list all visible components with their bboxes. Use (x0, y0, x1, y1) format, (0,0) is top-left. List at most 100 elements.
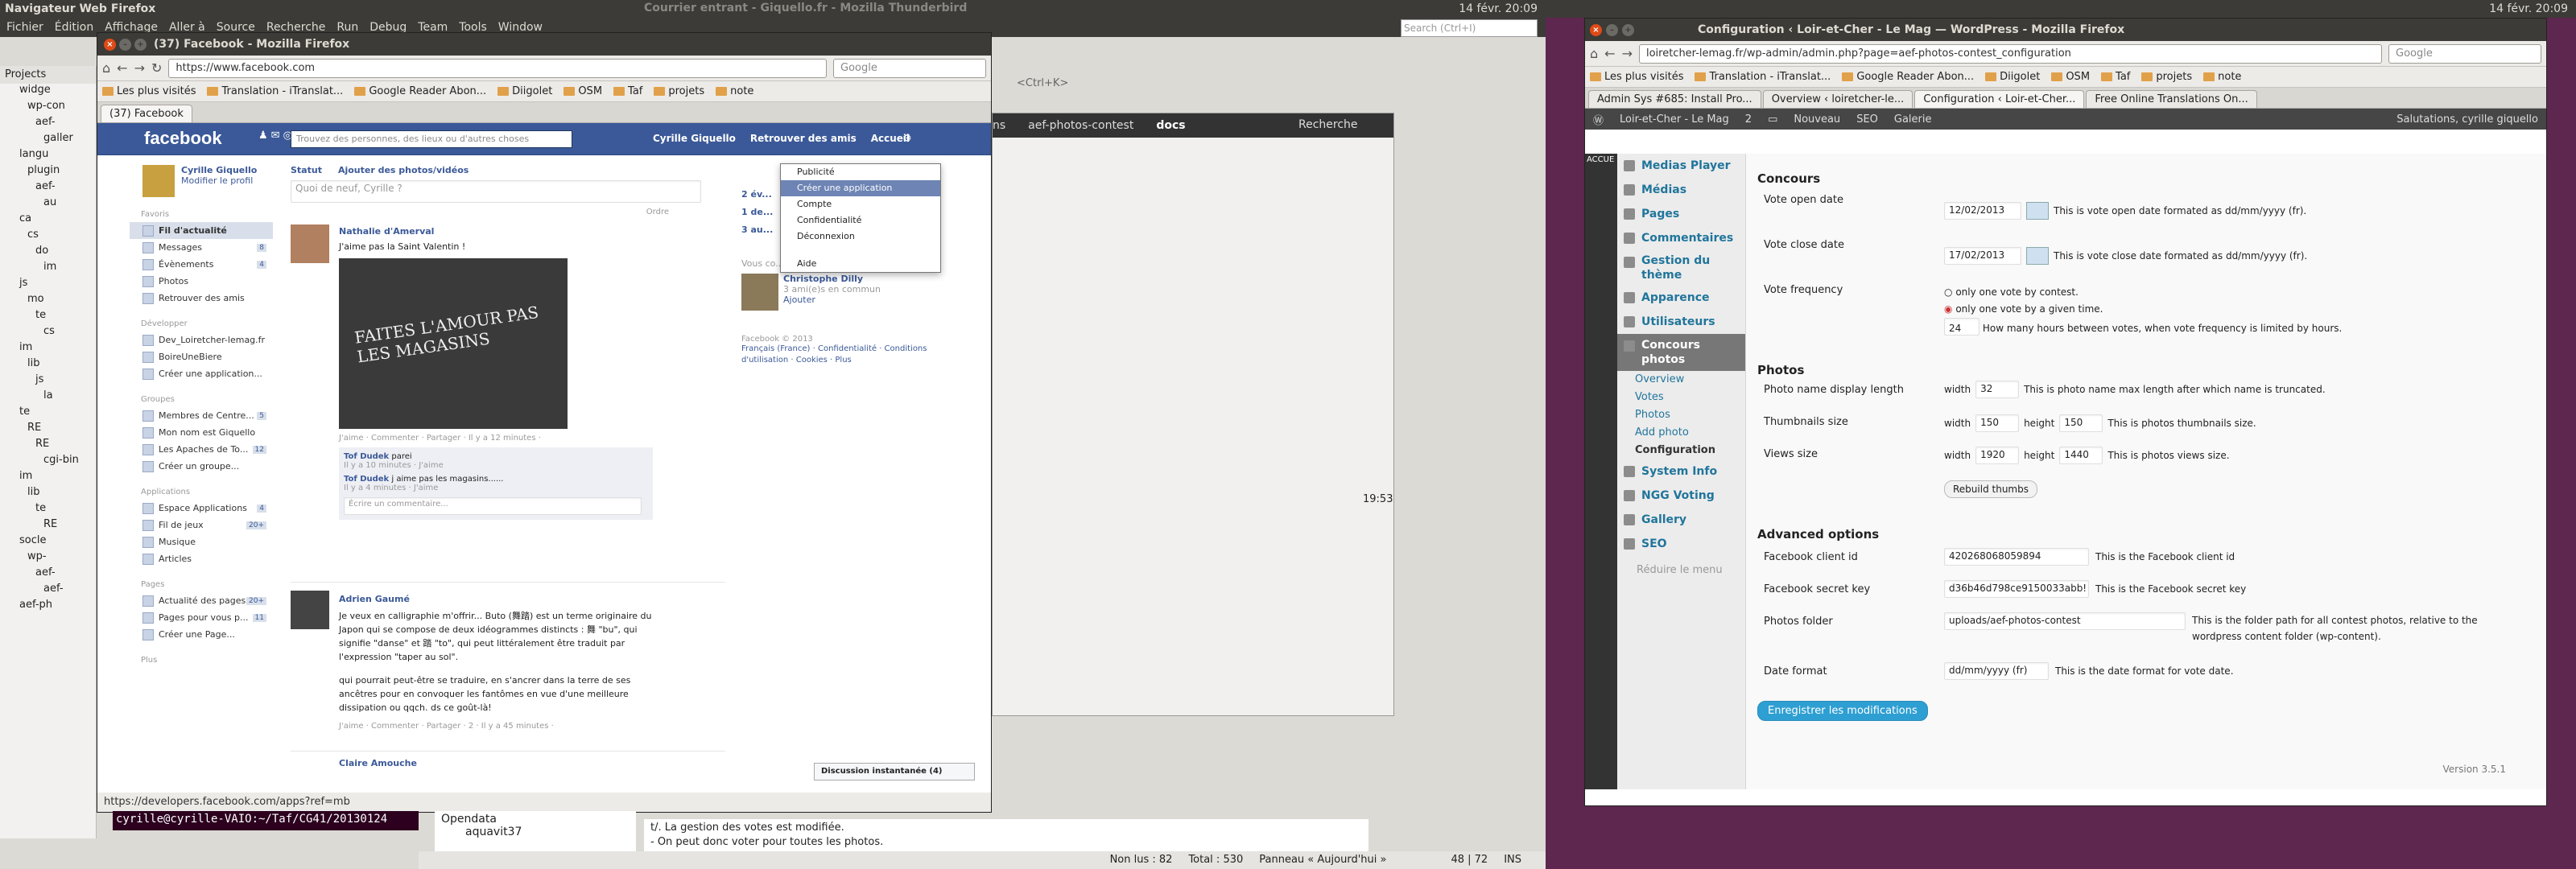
bookmark-item[interactable]: Diigolet (497, 85, 552, 97)
seo-link[interactable]: SEO (1856, 113, 1878, 126)
folder-item[interactable]: Opendata (441, 813, 630, 826)
rebuild-thumbs-button[interactable]: Rebuild thumbs (1944, 480, 2037, 498)
ide-search[interactable]: Search (Ctrl+I) (1401, 19, 1538, 37)
post-author[interactable]: Adrien Gaumé (339, 592, 669, 606)
tree-item[interactable]: RE (0, 422, 96, 438)
back-icon[interactable]: ← (1604, 46, 1615, 61)
tree-item[interactable]: cs (0, 229, 96, 245)
radio-time[interactable]: ◉ (1944, 303, 1952, 315)
tree-item[interactable]: do (0, 245, 96, 261)
bookmark-item[interactable]: Diigolet (1985, 71, 2040, 83)
tree-item[interactable]: im (0, 261, 96, 277)
tb-search[interactable]: Recherche (1298, 118, 1358, 131)
post-actions[interactable]: J'aime · Commenter · Partager · 2 · Il y… (339, 719, 669, 733)
today-pane[interactable]: Panneau « Aujourd'hui » (1259, 851, 1386, 869)
nav-item[interactable]: Dev_Loiretcher-lemag.fr (130, 332, 273, 348)
menu-item[interactable]: Fichier (6, 18, 43, 37)
post-avatar[interactable] (291, 224, 329, 263)
profile-name[interactable]: Cyrille Giquello (181, 165, 257, 175)
nav-item[interactable]: BoireUneBiere (130, 348, 273, 365)
tb-tab[interactable]: ns (993, 119, 1005, 132)
wp-menu-item[interactable]: Medias Player (1617, 154, 1745, 178)
browser-tab[interactable]: Free Online Translations On... (2086, 90, 2257, 108)
comment-meta[interactable]: Il y a 4 minutes · J'aime (344, 484, 648, 492)
home-icon[interactable]: ⌂ (102, 60, 110, 76)
projects-tab[interactable]: Projects (0, 66, 96, 84)
maximize-icon[interactable]: + (134, 39, 147, 51)
nav-item[interactable]: Pages pour vous p... 11 (130, 609, 273, 626)
save-button[interactable]: Enregistrer les modifications (1757, 701, 1928, 721)
freq-hours-input[interactable]: 24 (1944, 318, 1979, 336)
tree-item[interactable]: aef- (0, 583, 96, 599)
tree-item[interactable]: js (0, 277, 96, 293)
nav-item[interactable]: Évènements 4 (130, 256, 273, 273)
folder-input[interactable]: uploads/aef-photos-contest (1944, 612, 2186, 630)
suggestion-name[interactable]: Christophe Dilly (783, 274, 881, 284)
tree-item[interactable]: au (0, 196, 96, 212)
bookmark-item[interactable]: OSM (2051, 71, 2090, 83)
tree-item[interactable]: im (0, 470, 96, 486)
nav-item[interactable]: Fil de jeux 20+ (130, 517, 273, 533)
post-photo[interactable]: FAITES L'AMOUR PAS LES MAGASINS (339, 258, 568, 429)
browser-tab[interactable]: Overview ‹ loiretcher-le... (1762, 90, 1913, 108)
facebook-logo[interactable]: facebook (144, 128, 222, 149)
collapse-menu[interactable]: Réduire le menu (1617, 556, 1745, 576)
wp-menu-item[interactable]: SEO (1617, 532, 1745, 556)
views-height-input[interactable]: 1440 (2059, 447, 2103, 464)
wp-submenu-item[interactable]: Votes (1617, 389, 1745, 406)
tree-item[interactable]: lib (0, 486, 96, 502)
date-format-select[interactable]: dd/mm/yyyy (fr) (1944, 662, 2049, 680)
menu-item[interactable]: Édition (55, 18, 93, 37)
browser-tab[interactable]: Configuration ‹ Loir-et-Cher... (1914, 90, 2085, 108)
bookmark-item[interactable]: Translation - iTranslat... (207, 85, 343, 97)
bookmark-item[interactable]: Taf (613, 85, 642, 97)
wp-submenu-item[interactable]: Add photo (1617, 424, 1745, 442)
dropdown-item[interactable]: Créer une application (781, 180, 940, 196)
nav-item[interactable]: Les Apaches de To... 12 (130, 441, 273, 458)
tree-item[interactable]: RE (0, 438, 96, 454)
bookmark-item[interactable]: Translation - iTranslat... (1695, 71, 1831, 83)
comment-author[interactable]: Tof Dudek (344, 475, 389, 484)
avatar[interactable] (142, 165, 175, 197)
gear-icon[interactable]: ⚙ (902, 133, 912, 145)
add-friend-link[interactable]: Ajouter (783, 294, 881, 305)
comment-input[interactable]: Écrire un commentaire... (344, 497, 642, 515)
bookmark-item[interactable]: projets (2141, 71, 2192, 83)
wp-menu-item[interactable]: Apparence (1617, 286, 1745, 310)
tb-tab[interactable]: docs (1156, 119, 1185, 132)
bookmark-item[interactable]: Taf (2101, 71, 2130, 83)
tree-item[interactable]: la (0, 389, 96, 406)
maximize-icon[interactable]: + (1622, 24, 1634, 36)
wp-submenu-item[interactable]: Configuration (1617, 442, 1745, 459)
fb-toplink[interactable]: Retrouver des amis (750, 133, 857, 144)
tree-item[interactable]: wp- (0, 550, 96, 566)
wp-menu-item[interactable]: Commentaires (1617, 226, 1745, 250)
nav-item[interactable]: Fil d'actualité (130, 222, 273, 239)
tree-item[interactable]: aef- (0, 180, 96, 196)
fbsecret-input[interactable]: d36b46d798ce9150033abb! (1944, 580, 2089, 598)
tree-item[interactable]: aef- (0, 116, 96, 132)
tree-item[interactable]: im (0, 341, 96, 357)
tree-item[interactable]: te (0, 406, 96, 422)
calendar-icon[interactable] (2026, 247, 2049, 265)
tree-item[interactable]: galler (0, 132, 96, 148)
wp-logo-icon[interactable]: Ⓦ (1593, 112, 1604, 127)
wp-menu-item[interactable]: Gestion du thème (1617, 250, 1745, 286)
greeting[interactable]: Salutations, cyrille giquello (2396, 113, 2546, 126)
nav-item[interactable]: Mon nom est Giquello (130, 424, 273, 441)
bookmark-item[interactable]: note (716, 85, 753, 97)
tree-item[interactable]: mo (0, 293, 96, 309)
minimize-icon[interactable]: – (119, 39, 131, 51)
minimize-icon[interactable]: – (1606, 24, 1618, 36)
name-len-input[interactable]: 32 (1975, 381, 2020, 398)
nav-item[interactable]: Créer un groupe... (130, 458, 273, 475)
tree-item[interactable]: aef-ph (0, 599, 96, 615)
nav-item[interactable]: Retrouver des amis (130, 290, 273, 307)
dropdown-item[interactable]: Publicité (781, 164, 940, 180)
tree-item[interactable]: cs (0, 325, 96, 341)
forward-icon[interactable]: → (134, 60, 145, 76)
calendar-icon[interactable] (2026, 202, 2049, 220)
new-button[interactable]: Nouveau (1794, 113, 1840, 126)
friends-icon[interactable]: ♟ (258, 130, 268, 149)
tree-item[interactable]: te (0, 502, 96, 518)
